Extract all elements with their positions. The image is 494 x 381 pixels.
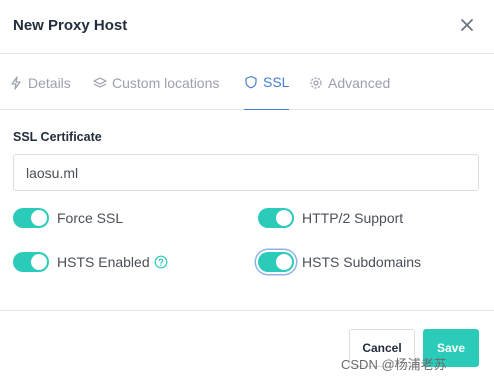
force-ssl-toggle-row[interactable]: Force SSL [13,208,123,228]
layers-icon [93,76,107,88]
modal-title: New Proxy Host [13,17,128,34]
watermark: CSDN @杨浦老苏 [341,357,447,372]
tab-custom-locations[interactable]: Custom locations [93,55,219,110]
tab-details-label: Details [28,74,71,91]
close-icon[interactable] [458,16,476,34]
hsts-enabled-switch[interactable] [13,252,49,272]
zap-icon [11,75,21,90]
tab-advanced[interactable]: Advanced [309,55,390,110]
hsts-enabled-toggle-row[interactable]: HSTS Enabled [13,252,168,272]
ssl-certificate-input[interactable] [13,154,479,191]
hsts-enabled-label: HSTS Enabled [57,254,150,270]
tab-ssl[interactable]: SSL [244,55,290,110]
hsts-subdomains-switch[interactable] [258,252,294,272]
force-ssl-label: Force SSL [57,210,124,226]
tab-details[interactable]: Details [9,55,71,110]
hsts-subdomains-label: HSTS Subdomains [302,254,422,270]
http2-support-toggle-row[interactable]: HTTP/2 Support [258,208,403,228]
http2-support-label: HTTP/2 Support [302,210,404,226]
hsts-subdomains-toggle-row[interactable]: HSTS Subdomains [258,252,421,272]
tab-ssl-label: SSL [263,74,290,90]
tab-advanced-label: Advanced [328,74,391,91]
force-ssl-switch[interactable] [13,208,49,228]
shield-icon [245,75,257,89]
gear-icon [310,76,322,89]
modal-header: New Proxy Host [0,0,494,54]
help-circle-icon[interactable] [154,255,168,269]
ssl-certificate-label: SSL Certificate [13,130,102,144]
http2-support-switch[interactable] [258,208,294,228]
tab-bar: Details Custom locations SSL Advanced [0,55,494,110]
tab-custom-locations-label: Custom locations [112,74,220,91]
